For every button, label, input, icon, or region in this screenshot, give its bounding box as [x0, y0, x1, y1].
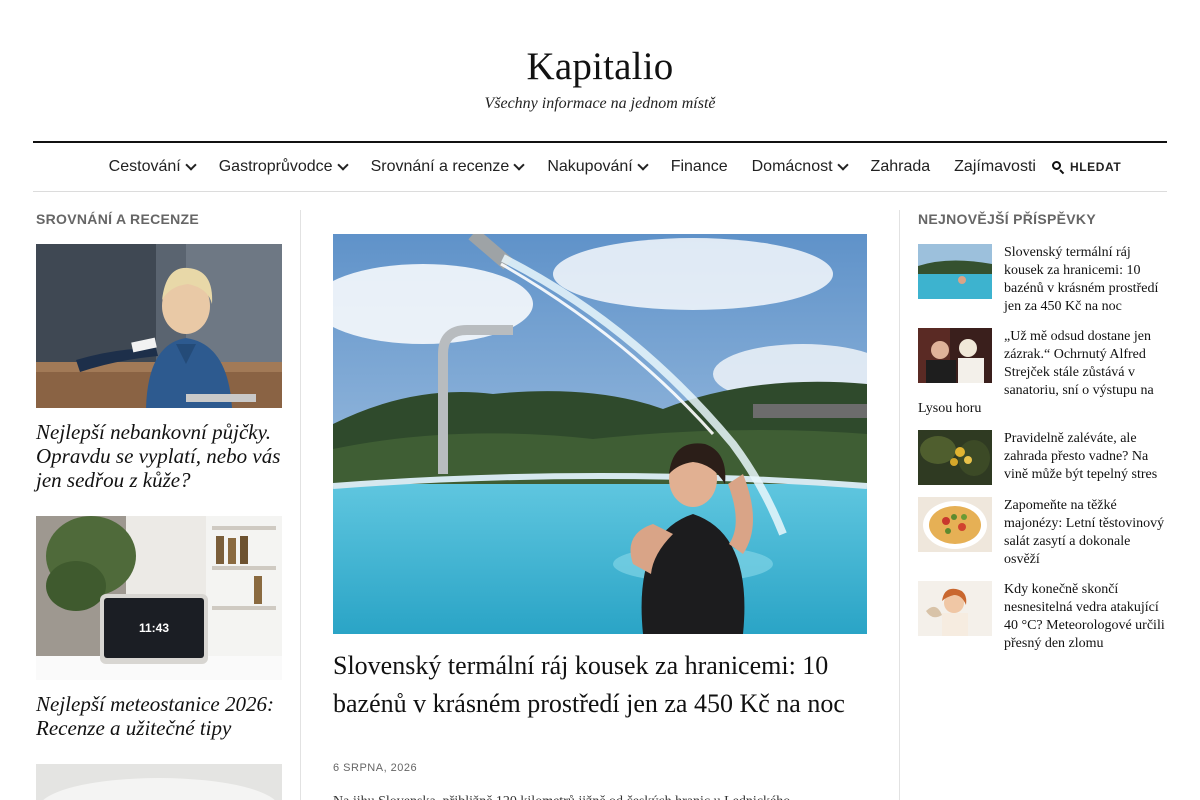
nav-item-label: Zahrada	[870, 158, 931, 175]
nav-bottom-rule	[33, 191, 1167, 192]
clock-display: 11:43	[139, 621, 169, 635]
section-label-latest: NEJNOVĚJŠÍ PŘÍSPĚVKY	[918, 211, 1096, 227]
article-title-weather-station[interactable]: Nejlepší meteostanice 2026: Recenze a už…	[36, 692, 286, 740]
nav-item-label: Cestování	[108, 158, 181, 175]
main-nav: Cestování Gastroprůvodce Srovnání a rece…	[0, 143, 1200, 191]
nav-item-label: Domácnost	[751, 158, 833, 175]
column-divider	[899, 210, 900, 800]
recent-post-thumbnail[interactable]	[918, 581, 992, 636]
nav-item-label: Gastroprůvodce	[218, 158, 333, 175]
recent-post[interactable]: Kdy konečně skončí nesnesitelná vedra at…	[918, 581, 1168, 653]
nav-item-label: Nakupování	[547, 158, 633, 175]
article-thumbnail-loans[interactable]	[36, 244, 282, 408]
recent-post-title: Slovenský termální ráj kousek za hranice…	[1004, 245, 1159, 314]
nav-item-srovnani[interactable]: Srovnání a recenze	[370, 158, 525, 176]
section-label-reviews: SROVNÁNÍ A RECENZE	[36, 211, 200, 227]
nav-item-nakupovani[interactable]: Nakupování	[547, 158, 649, 176]
featured-article-title[interactable]: Slovenský termální ráj kousek za hranice…	[333, 647, 873, 723]
search-icon	[1051, 161, 1065, 175]
column-divider	[300, 210, 301, 800]
nav-item-zajimavosti[interactable]: Zajímavosti	[954, 158, 1036, 176]
recent-post-title: Zapomeňte na těžké majonézy: Letní těsto…	[1004, 498, 1165, 567]
chevron-down-icon	[513, 158, 525, 171]
featured-article-excerpt: Na jihu Slovenska, přibližně 120 kilomet…	[333, 792, 873, 800]
recent-post-thumbnail[interactable]	[918, 497, 992, 552]
article-thumbnail-third[interactable]	[36, 764, 282, 800]
nav-item-zahrada[interactable]: Zahrada	[871, 158, 931, 176]
recent-post[interactable]: „Už mě odsud dostane jen zázrak.“ Ochrnu…	[918, 328, 1168, 418]
recent-post-thumbnail[interactable]	[918, 244, 992, 299]
nav-item-finance[interactable]: Finance	[671, 158, 728, 176]
article-title-loans[interactable]: Nejlepší nebankovní půjčky. Opravdu se v…	[36, 420, 286, 492]
recent-post-title: Pravidelně zaléváte, ale zahrada přesto …	[1004, 431, 1158, 482]
chevron-down-icon	[185, 158, 197, 171]
search-label: HLEDAT	[1069, 160, 1122, 174]
nav-item-label: Finance	[670, 158, 728, 175]
nav-item-cestovani[interactable]: Cestování	[108, 158, 197, 176]
nav-item-label: Zajímavosti	[954, 158, 1036, 175]
chevron-down-icon	[637, 158, 649, 171]
recent-post[interactable]: Zapomeňte na těžké majonézy: Letní těsto…	[918, 497, 1168, 569]
featured-article-image[interactable]	[333, 234, 867, 634]
nav-item-domacnost[interactable]: Domácnost	[751, 158, 849, 176]
site-tagline: Všechny informace na jednom místě	[484, 95, 716, 112]
recent-post-thumbnail[interactable]	[918, 430, 992, 485]
recent-post-title: Kdy konečně skončí nesnesitelná vedra at…	[1004, 582, 1165, 651]
nav-item-label: Srovnání a recenze	[370, 158, 510, 175]
chevron-down-icon	[836, 158, 849, 171]
search-button[interactable]: HLEDAT	[1051, 160, 1122, 175]
featured-article-date: 6 SRPNA, 2026	[333, 762, 418, 774]
site-title[interactable]: Kapitalio	[0, 44, 1200, 89]
recent-post[interactable]: Pravidelně zaléváte, ale zahrada přesto …	[918, 430, 1168, 485]
chevron-down-icon	[336, 158, 349, 171]
recent-post[interactable]: Slovenský termální ráj kousek za hranice…	[918, 244, 1168, 316]
nav-item-gastropruvodce[interactable]: Gastroprůvodce	[218, 158, 349, 176]
article-thumbnail-weather-station[interactable]: 11:43	[36, 516, 282, 680]
recent-post-thumbnail[interactable]	[918, 328, 992, 383]
